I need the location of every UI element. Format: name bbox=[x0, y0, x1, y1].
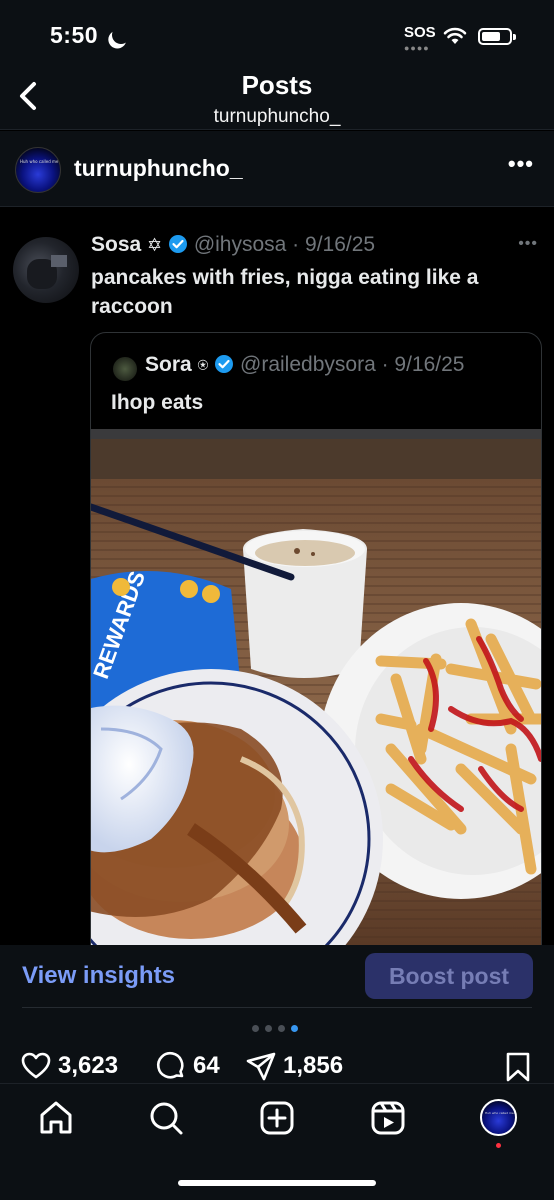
create-post-icon[interactable] bbox=[257, 1098, 297, 1138]
profile-avatar[interactable]: Huh who called me? bbox=[480, 1099, 517, 1136]
share-count: 1,856 bbox=[283, 1052, 344, 1079]
page-title: Posts bbox=[241, 70, 313, 100]
reels-icon[interactable] bbox=[368, 1098, 408, 1138]
home-indicator bbox=[178, 1180, 376, 1186]
tweet-avatar bbox=[13, 237, 79, 303]
comment-icon[interactable] bbox=[155, 1050, 187, 1082]
comment-count: 64 bbox=[193, 1052, 220, 1079]
tweet-handle-date: @ihysosa · 9/16/25 bbox=[193, 233, 376, 256]
notification-dot bbox=[496, 1143, 501, 1148]
share-stat[interactable]: 1,856 bbox=[245, 1050, 343, 1082]
divider bbox=[22, 1007, 532, 1008]
boost-post-button[interactable]: Boost post bbox=[365, 953, 533, 999]
carousel-dot bbox=[265, 1025, 272, 1032]
verified-badge-icon bbox=[215, 355, 234, 373]
quote-header: Sora ⍟ @railedbysora · 9/16/25 bbox=[145, 353, 464, 377]
wifi-icon bbox=[443, 27, 467, 44]
page-subtitle-username: turnuphuncho_ bbox=[213, 106, 341, 127]
bottom-navigation: Huh who called me? bbox=[0, 1083, 554, 1200]
like-count: 3,623 bbox=[58, 1052, 119, 1079]
like-stat[interactable]: 3,623 bbox=[20, 1050, 118, 1082]
tweet-header: Sosa ✡ @ihysosa · 9/16/25 bbox=[91, 233, 375, 257]
focus-moon-icon bbox=[109, 23, 132, 46]
quote-avatar bbox=[113, 357, 137, 381]
food-photo: REWARDS bbox=[91, 429, 541, 945]
carousel-dot-active bbox=[291, 1025, 298, 1032]
author-avatar[interactable]: Huh who called me? bbox=[15, 147, 61, 193]
avatar-caption: Huh who called me? bbox=[20, 159, 61, 164]
bookmark-icon[interactable] bbox=[504, 1052, 532, 1082]
quoted-tweet-card: Sora ⍟ @railedbysora · 9/16/25 Ihop eats bbox=[90, 332, 542, 972]
search-icon[interactable] bbox=[146, 1098, 186, 1138]
view-insights-link[interactable]: View insights bbox=[22, 962, 175, 990]
battery-icon bbox=[478, 28, 516, 45]
carousel-dot bbox=[252, 1025, 259, 1032]
tweet-author-name: Sosa bbox=[91, 233, 142, 256]
comment-stat[interactable]: 64 bbox=[155, 1050, 220, 1082]
author-username[interactable]: turnuphuncho_ bbox=[74, 155, 243, 182]
post-media[interactable]: Sosa ✡ @ihysosa · 9/16/25 ••• pancakes w… bbox=[0, 207, 554, 972]
carousel-dot bbox=[278, 1025, 285, 1032]
tweet-text: pancakes with fries, nigga eating like a… bbox=[91, 266, 479, 318]
status-bar: 5:50 SOS ●●●● bbox=[0, 0, 554, 70]
send-icon[interactable] bbox=[245, 1050, 277, 1082]
heart-icon[interactable] bbox=[20, 1050, 52, 1082]
quote-text: Ihop eats bbox=[111, 391, 204, 414]
top-header: Posts turnuphuncho_ bbox=[0, 70, 554, 130]
more-options-icon[interactable]: ••• bbox=[508, 151, 534, 177]
tweet-more-icon: ••• bbox=[518, 235, 538, 252]
carousel-indicator bbox=[252, 1025, 298, 1032]
star-circle-icon: ⍟ bbox=[197, 355, 209, 375]
quote-author-name: Sora bbox=[145, 353, 192, 376]
verified-badge-icon bbox=[168, 235, 187, 253]
post-author-row: Huh who called me? turnuphuncho_ ••• bbox=[0, 131, 554, 207]
sos-indicator: SOS bbox=[404, 24, 436, 41]
pentagram-icon: ✡ bbox=[147, 235, 163, 255]
signal-dots-icon: ●●●● bbox=[404, 43, 430, 53]
avatar-caption: Huh who called me? bbox=[485, 1111, 516, 1115]
quote-handle-date: @railedbysora · 9/16/25 bbox=[240, 353, 465, 376]
status-time: 5:50 bbox=[50, 22, 99, 48]
home-icon[interactable] bbox=[36, 1098, 76, 1138]
